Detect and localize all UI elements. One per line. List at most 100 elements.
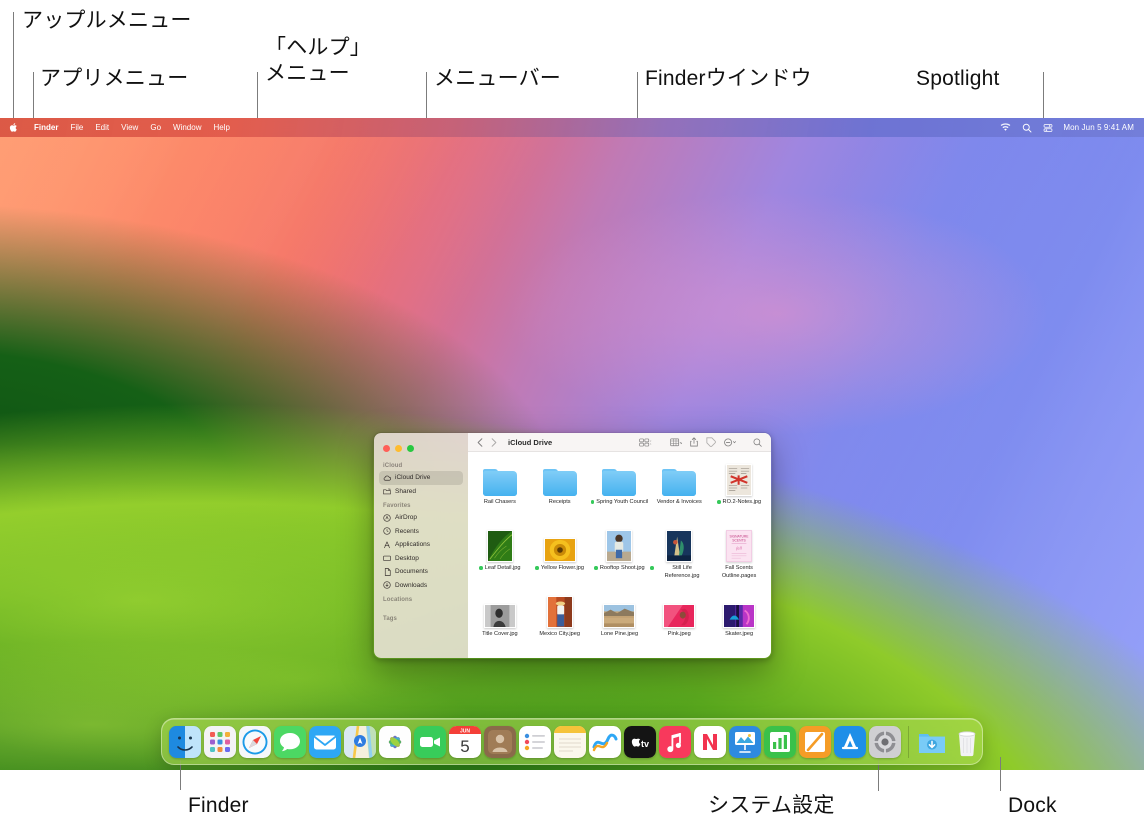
menu-item-help[interactable]: Help <box>207 121 235 134</box>
search-icon[interactable] <box>753 438 762 447</box>
dock-item-music[interactable] <box>659 726 691 758</box>
dock-item-reminders[interactable] <box>519 726 551 758</box>
folder-icon <box>543 460 577 496</box>
file-label-wrap: Skater.jpeg <box>725 631 753 639</box>
clock-icon <box>383 527 391 535</box>
sidebar-item-airdrop[interactable]: AirDrop <box>379 511 463 525</box>
dock-item-tv[interactable]: tv <box>624 726 656 758</box>
dock-item-trash[interactable] <box>951 726 983 758</box>
file-item[interactable]: Pink.jpeg <box>650 592 708 658</box>
dock-item-facetime[interactable] <box>414 726 446 758</box>
spotlight-search-icon[interactable] <box>1021 122 1032 133</box>
forward-button[interactable] <box>491 438 497 447</box>
dock-item-maps[interactable] <box>344 726 376 758</box>
file-item[interactable]: Receipts <box>531 460 589 526</box>
tag-icon[interactable] <box>706 437 716 447</box>
file-label: Spring Youth Council <box>596 499 648 507</box>
photo-flower-thumb <box>544 538 576 562</box>
menu-item-edit[interactable]: Edit <box>89 121 115 134</box>
menu-item-go[interactable]: Go <box>144 121 167 134</box>
photo-rooftop-thumb <box>606 530 632 562</box>
file-item[interactable]: Mexico City.jpeg <box>531 592 589 658</box>
dock-item-numbers[interactable] <box>764 726 796 758</box>
finder-sidebar: iCloud iCloud Drive Shared Favorites <box>374 433 468 658</box>
file-item[interactable]: Yellow Flower.jpg <box>531 526 589 592</box>
file-item[interactable]: Leaf Detail.jpg <box>471 526 529 592</box>
dock-item-freeform[interactable] <box>589 726 621 758</box>
control-center-icon[interactable] <box>1042 122 1053 133</box>
menu-bar[interactable]: Finder File Edit View Go Window Help <box>0 118 1144 137</box>
dock-item-keynote[interactable] <box>729 726 761 758</box>
dock-item-launchpad[interactable] <box>204 726 236 758</box>
minimize-button[interactable] <box>395 445 402 452</box>
share-icon[interactable] <box>690 437 698 447</box>
menu-item-view[interactable]: View <box>115 121 144 134</box>
finder-window[interactable]: iCloud iCloud Drive Shared Favorites <box>373 432 772 659</box>
sync-status-badge <box>717 500 721 504</box>
dock-item-calendar[interactable]: JUN 5 <box>449 726 481 758</box>
sidebar-header-locations: Locations <box>374 592 468 605</box>
menu-item-file[interactable]: File <box>64 121 89 134</box>
photo-mexico-thumb <box>547 596 573 628</box>
file-item[interactable]: SIGNATURE SCENTS fall Fall Scents Outlin… <box>710 526 768 592</box>
sidebar-item-downloads[interactable]: Downloads <box>379 579 463 593</box>
sidebar-item-recents[interactable]: Recents <box>379 525 463 539</box>
dock-item-system-settings[interactable] <box>869 726 901 758</box>
sidebar-header-favorites: Favorites <box>374 498 468 511</box>
group-by-icon[interactable] <box>670 438 682 447</box>
file-item[interactable]: Still Life Reference.jpg <box>650 526 708 592</box>
apple-menu-icon[interactable] <box>9 122 18 133</box>
sidebar-item-shared[interactable]: Shared <box>379 485 463 499</box>
file-label: Title Cover.jpg <box>482 631 518 639</box>
icon-view-icon[interactable] <box>639 438 652 447</box>
file-label-wrap: Spring Youth Council <box>591 499 648 507</box>
menu-item-finder[interactable]: Finder <box>28 121 64 134</box>
close-button[interactable] <box>383 445 390 452</box>
sidebar-item-icloud-drive[interactable]: iCloud Drive <box>379 471 463 485</box>
folder-icon <box>483 460 517 496</box>
file-item[interactable]: Spring Youth Council <box>590 460 648 526</box>
dock-item-photos[interactable] <box>379 726 411 758</box>
file-item[interactable]: Vendor & Invoices <box>650 460 708 526</box>
dock-separator <box>908 726 909 758</box>
dock-item-news[interactable] <box>694 726 726 758</box>
photo-stilllife-thumb <box>666 530 692 562</box>
file-item[interactable]: Rail Chasers <box>471 460 529 526</box>
menu-bar-clock[interactable]: Mon Jun 5 9:41 AM <box>1063 123 1134 132</box>
screenshot-root: アップルメニュー アプリメニュー 「ヘルプ」 メニュー メニューバー Finde… <box>0 0 1144 830</box>
zoom-button[interactable] <box>407 445 414 452</box>
applications-icon <box>383 541 391 549</box>
annotation-apple-menu: アップルメニュー <box>22 8 192 34</box>
action-menu-icon[interactable] <box>724 438 737 447</box>
file-label: Skater.jpeg <box>725 631 753 639</box>
back-button[interactable] <box>477 438 483 447</box>
dock-item-contacts[interactable] <box>484 726 516 758</box>
svg-text:tv: tv <box>641 739 649 749</box>
dock[interactable]: JUN 5 <box>161 718 983 765</box>
wifi-icon[interactable] <box>1000 122 1011 133</box>
window-controls[interactable] <box>374 437 468 458</box>
dock-item-notes[interactable] <box>554 726 586 758</box>
file-thumbnail <box>487 526 513 562</box>
dock-item-safari[interactable] <box>239 726 271 758</box>
desktop-screen: Finder File Edit View Go Window Help <box>0 118 1144 770</box>
sidebar-item-desktop[interactable]: Desktop <box>379 552 463 566</box>
sidebar-item-documents[interactable]: Documents <box>379 565 463 579</box>
file-item[interactable]: Lone Pine.jpeg <box>590 592 648 658</box>
file-item[interactable]: Skater.jpeg <box>710 592 768 658</box>
file-item[interactable]: RO.2-Notes.jpg <box>710 460 768 526</box>
menu-item-window[interactable]: Window <box>167 121 207 134</box>
leader-app-menu <box>33 72 34 124</box>
document-icon <box>383 568 391 576</box>
file-item[interactable]: Title Cover.jpg <box>471 592 529 658</box>
dock-item-app-store[interactable] <box>834 726 866 758</box>
dock-item-pages[interactable] <box>799 726 831 758</box>
dock-item-downloads[interactable] <box>916 726 948 758</box>
dock-item-mail[interactable] <box>309 726 341 758</box>
sidebar-item-applications[interactable]: Applications <box>379 538 463 552</box>
leader-menu-bar <box>426 72 427 124</box>
finder-toolbar: iCloud Drive <box>468 433 771 452</box>
dock-item-messages[interactable] <box>274 726 306 758</box>
dock-item-finder[interactable] <box>169 726 201 758</box>
file-item[interactable]: Rooftop Shoot.jpg <box>590 526 648 592</box>
